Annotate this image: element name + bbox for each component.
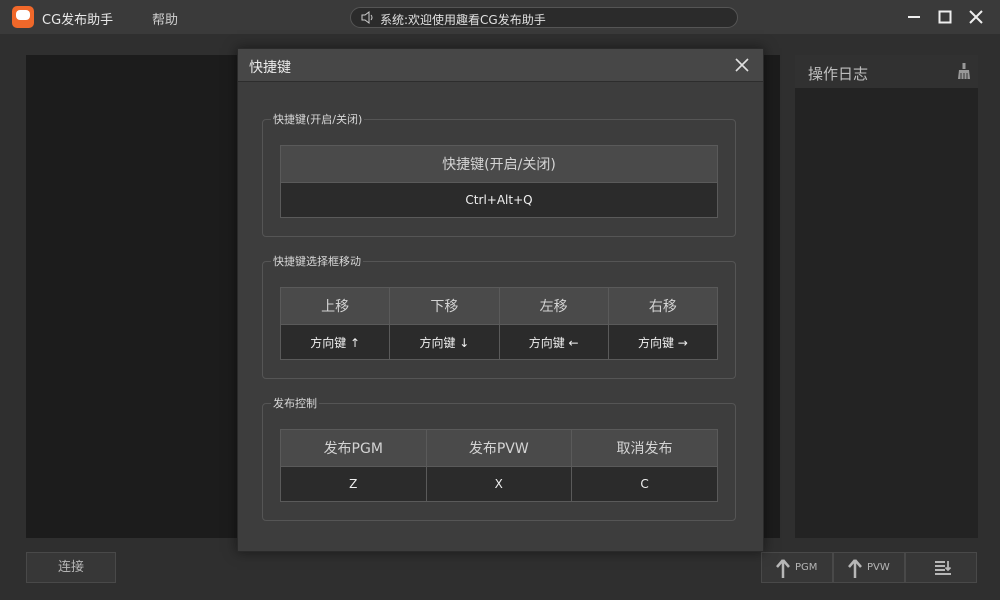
shortcut-key-move-right: 方向键 → (607, 324, 719, 360)
shortcut-label-cancel-publish: 取消发布 (571, 429, 718, 467)
minimize-icon (908, 16, 920, 18)
shortcut-key: Ctrl+Alt+Q (280, 182, 718, 218)
dialog-header: 快捷键 (238, 49, 763, 82)
selection-move-group: 快捷键选择框移动 上移 下移 左移 右移 方向键 ↑ 方向键 ↓ 方向键 ← 方… (262, 253, 736, 379)
shortcut-dialog: 快捷键 快捷键(开启/关闭) 快捷键(开启/关闭) Ctrl+Alt+Q 快捷键… (237, 48, 764, 552)
shortcut-table: 上移 下移 左移 右移 方向键 ↑ 方向键 ↓ 方向键 ← 方向键 → (279, 287, 719, 360)
group-title: 快捷键(开启/关闭) (271, 111, 365, 127)
shortcut-toggle-group: 快捷键(开启/关闭) 快捷键(开启/关闭) Ctrl+Alt+Q (262, 111, 736, 237)
dialog-close-icon[interactable] (735, 58, 749, 72)
maximize-icon (938, 10, 952, 24)
speaker-icon (361, 11, 373, 24)
close-icon (969, 10, 983, 24)
shortcut-label-publish-pvw: 发布PVW (425, 429, 573, 467)
status-text: 系统:欢迎使用趣看CG发布助手 (380, 13, 546, 27)
shortcut-label: 快捷键(开启/关闭) (280, 145, 718, 183)
shortcut-key-move-down: 方向键 ↓ (389, 324, 500, 360)
maximize-button[interactable] (933, 5, 957, 29)
shortcut-key-move-up: 方向键 ↑ (279, 324, 391, 360)
close-window-button[interactable] (964, 5, 988, 29)
shortcut-label-move-right: 右移 (607, 287, 719, 325)
shortcut-table: 快捷键(开启/关闭) Ctrl+Alt+Q (280, 145, 718, 218)
menu-help[interactable]: 帮助 (152, 9, 178, 28)
shortcut-table: 发布PGM 发布PVW 取消发布 Z X C (280, 429, 718, 502)
dialog-title: 快捷键 (249, 60, 291, 76)
minimize-button[interactable] (902, 5, 926, 29)
shortcut-label-move-down: 下移 (389, 287, 500, 325)
app-title: CG发布助手 (42, 13, 114, 28)
group-title: 发布控制 (271, 395, 319, 411)
group-title: 快捷键选择框移动 (271, 253, 363, 269)
status-bar: 系统:欢迎使用趣看CG发布助手 (350, 7, 738, 28)
title-bar: CG发布助手 帮助 系统:欢迎使用趣看CG发布助手 (0, 0, 1000, 34)
shortcut-key-move-left: 方向键 ← (498, 324, 609, 360)
shortcut-label-publish-pgm: 发布PGM (280, 429, 427, 467)
publish-control-group: 发布控制 发布PGM 发布PVW 取消发布 Z X C (262, 395, 736, 521)
shortcut-label-move-left: 左移 (498, 287, 609, 325)
app-logo-icon (12, 6, 34, 28)
shortcut-label-move-up: 上移 (279, 287, 391, 325)
shortcut-key-publish-pgm: Z (280, 466, 427, 502)
shortcut-key-cancel-publish: C (571, 466, 718, 502)
shortcut-key-publish-pvw: X (425, 466, 573, 502)
